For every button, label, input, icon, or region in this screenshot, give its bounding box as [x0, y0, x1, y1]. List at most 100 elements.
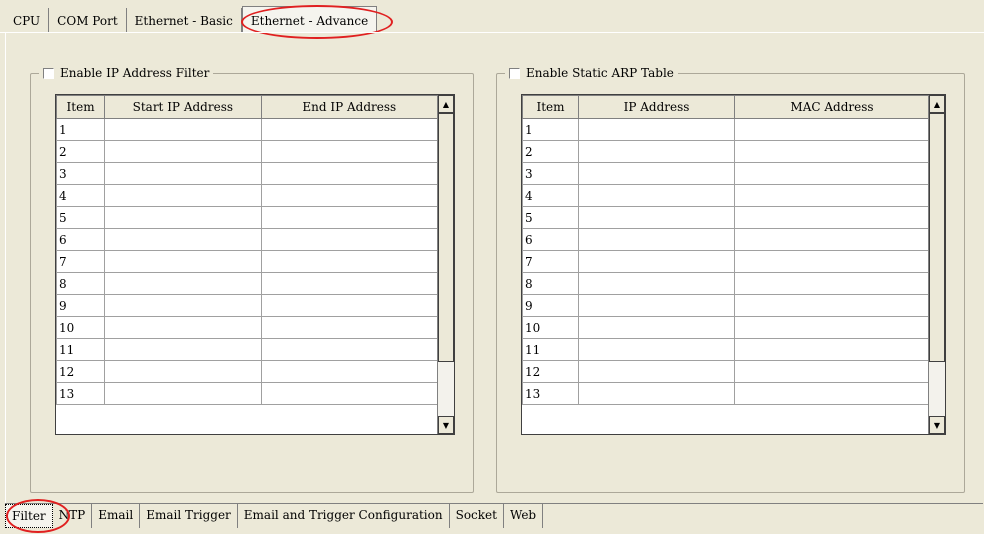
table-cell[interactable] [104, 140, 262, 163]
table-row[interactable]: 4 [56, 184, 439, 207]
table-row[interactable]: 9 [56, 294, 439, 317]
table-cell[interactable] [104, 228, 262, 251]
scroll-thumb[interactable] [929, 113, 945, 362]
table-cell[interactable] [734, 228, 930, 251]
table-cell[interactable] [578, 206, 735, 229]
table-cell[interactable] [734, 316, 930, 339]
table-cell[interactable] [734, 294, 930, 317]
scroll-down-arrow-icon[interactable]: ▼ [438, 416, 454, 434]
tab-cpu[interactable]: CPU [5, 8, 50, 32]
table-cell[interactable] [260, 206, 439, 229]
table-cell[interactable] [578, 294, 735, 317]
column-header-end-ip[interactable]: End IP Address [260, 95, 439, 119]
table-row[interactable]: 4 [522, 184, 930, 207]
table-row[interactable]: 7 [56, 250, 439, 273]
table-cell[interactable] [260, 228, 439, 251]
table-cell[interactable] [578, 382, 735, 405]
table-row[interactable]: 11 [56, 338, 439, 361]
ip-filter-legend[interactable]: Enable IP Address Filter [39, 65, 214, 81]
table-cell[interactable] [578, 140, 735, 163]
table-row[interactable]: 5 [56, 206, 439, 229]
table-row[interactable]: 6 [522, 228, 930, 251]
table-row[interactable]: 5 [522, 206, 930, 229]
table-cell[interactable] [260, 338, 439, 361]
table-row[interactable]: 6 [56, 228, 439, 251]
table-cell[interactable] [104, 250, 262, 273]
ip-filter-checkbox[interactable] [43, 67, 54, 79]
table-cell[interactable] [734, 382, 930, 405]
scroll-up-arrow-icon[interactable]: ▲ [438, 95, 454, 113]
table-cell[interactable] [734, 184, 930, 207]
table-row[interactable]: 12 [522, 360, 930, 383]
table-cell[interactable] [104, 184, 262, 207]
column-header-start-ip[interactable]: Start IP Address [104, 95, 262, 119]
table-cell[interactable] [734, 272, 930, 295]
tab-com-port[interactable]: COM Port [49, 8, 127, 32]
table-cell[interactable] [260, 382, 439, 405]
table-cell[interactable] [260, 294, 439, 317]
table-row[interactable]: 11 [522, 338, 930, 361]
table-row[interactable]: 12 [56, 360, 439, 383]
table-cell[interactable] [578, 338, 735, 361]
table-cell[interactable] [260, 118, 439, 141]
table-cell[interactable] [104, 294, 262, 317]
table-cell[interactable] [260, 272, 439, 295]
tab-email-trigger[interactable]: Email Trigger [140, 504, 238, 528]
table-cell[interactable] [578, 272, 735, 295]
table-row[interactable]: 1 [56, 118, 439, 141]
table-cell[interactable] [734, 206, 930, 229]
table-cell[interactable] [104, 272, 262, 295]
table-cell[interactable] [104, 316, 262, 339]
table-cell[interactable] [734, 140, 930, 163]
table-row[interactable]: 7 [522, 250, 930, 273]
ip-filter-scrollbar[interactable]: ▲ ▼ [437, 95, 454, 434]
table-cell[interactable] [104, 162, 262, 185]
table-cell[interactable] [578, 162, 735, 185]
table-cell[interactable] [578, 250, 735, 273]
column-header-item[interactable]: Item [522, 95, 579, 119]
tab-email-trigger-config[interactable]: Email and Trigger Configuration [238, 504, 450, 528]
tab-socket[interactable]: Socket [450, 504, 504, 528]
table-row[interactable]: 9 [522, 294, 930, 317]
table-cell[interactable] [104, 338, 262, 361]
table-cell[interactable] [578, 228, 735, 251]
column-header-ip-address[interactable]: IP Address [578, 95, 735, 119]
table-cell[interactable] [578, 316, 735, 339]
table-row[interactable]: 13 [522, 382, 930, 405]
table-row[interactable]: 10 [56, 316, 439, 339]
table-row[interactable]: 13 [56, 382, 439, 405]
table-cell[interactable] [734, 162, 930, 185]
table-row[interactable]: 3 [56, 162, 439, 185]
table-cell[interactable] [104, 382, 262, 405]
table-row[interactable]: 2 [56, 140, 439, 163]
scroll-up-arrow-icon[interactable]: ▲ [929, 95, 945, 113]
arp-table-scrollbar[interactable]: ▲ ▼ [928, 95, 945, 434]
table-cell[interactable] [734, 250, 930, 273]
table-cell[interactable] [734, 118, 930, 141]
table-cell[interactable] [578, 118, 735, 141]
table-cell[interactable] [260, 250, 439, 273]
table-cell[interactable] [734, 360, 930, 383]
table-row[interactable]: 10 [522, 316, 930, 339]
column-header-mac-address[interactable]: MAC Address [734, 95, 930, 119]
table-cell[interactable] [260, 360, 439, 383]
scroll-down-arrow-icon[interactable]: ▼ [929, 416, 945, 434]
table-cell[interactable] [734, 338, 930, 361]
table-row[interactable]: 8 [522, 272, 930, 295]
table-cell[interactable] [578, 360, 735, 383]
table-cell[interactable] [260, 184, 439, 207]
table-cell[interactable] [260, 316, 439, 339]
table-row[interactable]: 1 [522, 118, 930, 141]
table-cell[interactable] [578, 184, 735, 207]
table-cell[interactable] [104, 118, 262, 141]
tab-ethernet-basic[interactable]: Ethernet - Basic [127, 8, 242, 32]
table-cell[interactable] [260, 162, 439, 185]
table-row[interactable]: 8 [56, 272, 439, 295]
table-row[interactable]: 3 [522, 162, 930, 185]
arp-table-checkbox[interactable] [509, 67, 520, 79]
tab-email[interactable]: Email [92, 504, 141, 528]
column-header-item[interactable]: Item [56, 95, 106, 119]
scroll-thumb[interactable] [438, 113, 454, 362]
table-cell[interactable] [104, 206, 262, 229]
tab-web[interactable]: Web [504, 504, 544, 528]
